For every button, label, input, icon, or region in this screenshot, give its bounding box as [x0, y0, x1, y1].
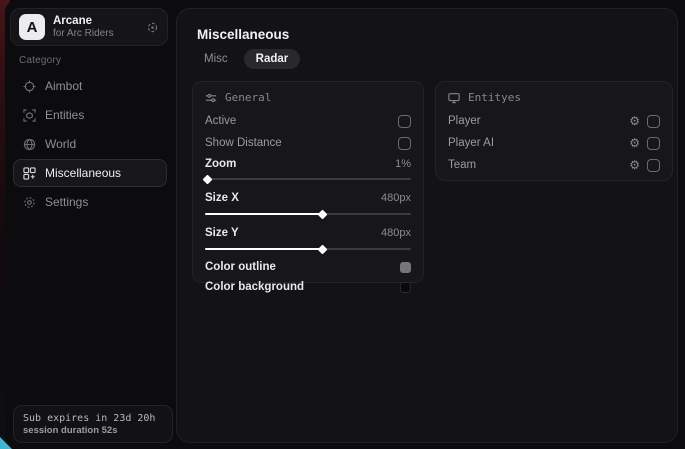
sliders-icon: [205, 92, 217, 104]
globe-icon: [22, 138, 36, 151]
sidebar-item-aimbot[interactable]: Aimbot: [13, 72, 167, 100]
slider-row-size-y: Size Y 480px: [205, 222, 411, 243]
tab-misc[interactable]: Misc: [192, 49, 240, 69]
general-card: General Active Show Distance Zoom 1%: [192, 81, 424, 283]
sidebar-item-entities[interactable]: Entities: [13, 101, 167, 129]
tab-radar[interactable]: Radar: [244, 49, 301, 69]
entity-settings-gear-icon[interactable]: ⚙: [629, 159, 640, 171]
brand-logo: A: [19, 14, 45, 40]
slider-label: Size Y: [205, 227, 239, 239]
crosshair-icon: [22, 80, 36, 93]
sidebar-nav: Aimbot Entities World: [13, 72, 167, 217]
slider-value: 480px: [381, 227, 411, 239]
session-duration-text: session duration 52s: [23, 425, 163, 436]
sidebar-item-settings[interactable]: Settings: [13, 188, 167, 216]
color-background-swatch[interactable]: [400, 282, 411, 293]
sidebar-item-miscellaneous[interactable]: Miscellaneous: [13, 159, 167, 187]
sidebar-item-world[interactable]: World: [13, 130, 167, 158]
slider-thumb[interactable]: [318, 244, 328, 254]
show-distance-checkbox[interactable]: [398, 137, 411, 150]
entity-row-player: Player ⚙: [448, 110, 660, 132]
sidebar-item-label: Miscellaneous: [45, 166, 121, 180]
sidebar-item-label: World: [45, 137, 76, 151]
color-row-background: Color background: [205, 277, 411, 297]
toggle-label: Show Distance: [205, 137, 282, 149]
main-panel: Miscellaneous Misc Radar General Active: [176, 8, 678, 443]
sub-expiry-text: Sub expires in 23d 20h: [23, 413, 163, 424]
size-y-slider[interactable]: [205, 245, 411, 253]
size-x-slider[interactable]: [205, 210, 411, 218]
general-card-header: General: [205, 91, 411, 104]
app-window: A Arcane for Arc Riders Category: [5, 0, 685, 449]
entity-label: Player AI: [448, 137, 494, 149]
general-card-title: General: [225, 91, 271, 104]
grid-icon: [22, 167, 36, 180]
entity-row-team: Team ⚙: [448, 154, 660, 176]
tab-bar: Misc Radar: [192, 49, 300, 69]
color-label: Color background: [205, 281, 304, 293]
brand-card: A Arcane for Arc Riders: [10, 8, 168, 46]
entity-settings-gear-icon[interactable]: ⚙: [629, 115, 640, 127]
team-checkbox[interactable]: [647, 159, 660, 172]
player-ai-checkbox[interactable]: [647, 137, 660, 150]
category-label: Category: [19, 55, 61, 66]
sidebar-item-label: Aimbot: [45, 79, 82, 93]
cube-scan-icon: [22, 109, 36, 122]
gear-icon: [22, 196, 36, 209]
entities-card-title: Entityes: [468, 91, 521, 104]
player-checkbox[interactable]: [647, 115, 660, 128]
toggle-row-active: Active: [205, 110, 411, 132]
toggle-row-show-distance: Show Distance: [205, 132, 411, 154]
subscription-box: Sub expires in 23d 20h session duration …: [13, 405, 173, 443]
zoom-slider[interactable]: [205, 175, 411, 183]
color-row-outline: Color outline: [205, 257, 411, 277]
entities-card-header: Entityes: [448, 91, 660, 104]
page-title: Miscellaneous: [197, 27, 289, 42]
color-label: Color outline: [205, 261, 276, 273]
active-checkbox[interactable]: [398, 115, 411, 128]
slider-value: 1%: [395, 158, 411, 170]
slider-thumb[interactable]: [203, 174, 213, 184]
sidebar: A Arcane for Arc Riders Category: [5, 0, 175, 449]
entity-label: Team: [448, 159, 476, 171]
monitor-icon: [448, 92, 460, 104]
sidebar-item-label: Entities: [45, 108, 84, 122]
entity-row-player-ai: Player AI ⚙: [448, 132, 660, 154]
color-outline-swatch[interactable]: [400, 262, 411, 273]
slider-thumb[interactable]: [318, 209, 328, 219]
brand-name: Arcane: [53, 15, 138, 28]
entity-settings-gear-icon[interactable]: ⚙: [629, 137, 640, 149]
slider-row-zoom: Zoom 1%: [205, 154, 411, 173]
toggle-label: Active: [205, 115, 236, 127]
brand-settings-icon[interactable]: [146, 21, 159, 34]
sidebar-item-label: Settings: [45, 195, 88, 209]
brand-subtitle: for Arc Riders: [53, 28, 138, 40]
slider-label: Size X: [205, 192, 239, 204]
slider-row-size-x: Size X 480px: [205, 187, 411, 208]
entities-card: Entityes Player ⚙ Player AI ⚙ Team: [435, 81, 673, 181]
slider-value: 480px: [381, 192, 411, 204]
slider-label: Zoom: [205, 158, 236, 170]
entity-label: Player: [448, 115, 481, 127]
